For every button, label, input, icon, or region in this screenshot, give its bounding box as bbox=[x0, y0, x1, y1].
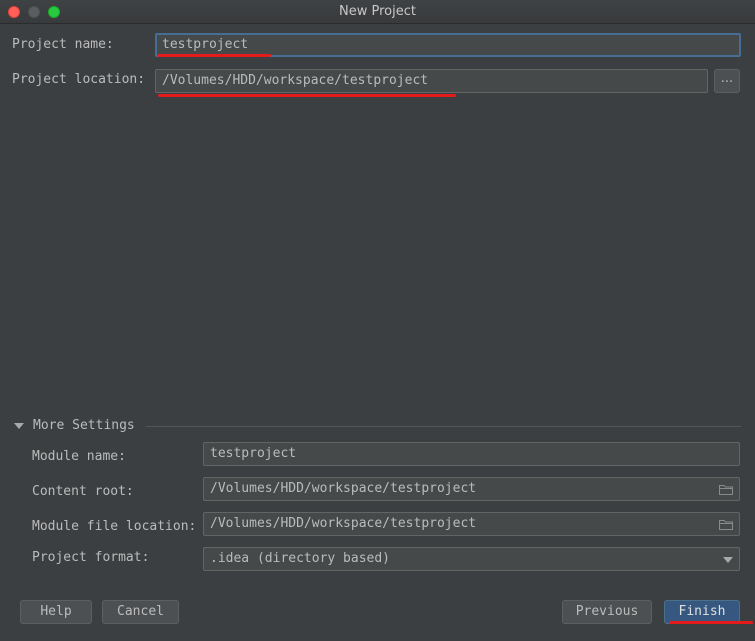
folder-icon[interactable] bbox=[719, 519, 733, 530]
content-root-input[interactable]: /Volumes/HDD/workspace/testproject bbox=[203, 477, 740, 501]
project-name-label: Project name: bbox=[12, 37, 114, 52]
triangle-down-icon bbox=[14, 422, 24, 429]
content-root-label: Content root: bbox=[32, 484, 134, 499]
help-button[interactable]: Help bbox=[20, 600, 92, 624]
module-name-input[interactable]: testproject bbox=[203, 442, 740, 466]
module-name-value: testproject bbox=[210, 446, 297, 461]
module-file-location-input[interactable]: /Volumes/HDD/workspace/testproject bbox=[203, 512, 740, 536]
module-file-location-label: Module file location: bbox=[32, 519, 197, 534]
project-name-value: testproject bbox=[162, 37, 249, 52]
cancel-button[interactable]: Cancel bbox=[102, 600, 179, 624]
module-name-label: Module name: bbox=[32, 449, 126, 464]
previous-button[interactable]: Previous bbox=[562, 600, 652, 624]
project-location-value: /Volumes/HDD/workspace/testproject bbox=[162, 73, 429, 88]
project-location-input[interactable]: /Volumes/HDD/workspace/testproject bbox=[155, 69, 708, 93]
chevron-down-icon bbox=[723, 557, 733, 563]
module-file-location-value: /Volumes/HDD/workspace/testproject bbox=[210, 516, 477, 531]
browse-location-button[interactable]: ... bbox=[714, 69, 740, 93]
annotation-underline bbox=[157, 54, 271, 57]
annotation-underline bbox=[669, 621, 753, 624]
folder-icon[interactable] bbox=[719, 484, 733, 495]
title-bar: New Project bbox=[0, 0, 755, 24]
project-format-select[interactable]: .idea (directory based) bbox=[203, 547, 740, 571]
project-format-label: Project format: bbox=[32, 550, 150, 565]
more-settings-title: More Settings bbox=[33, 418, 135, 433]
project-format-value: .idea (directory based) bbox=[210, 551, 391, 566]
section-divider bbox=[146, 426, 741, 427]
content-root-value: /Volumes/HDD/workspace/testproject bbox=[210, 481, 477, 496]
more-settings-toggle[interactable]: More Settings bbox=[14, 418, 135, 433]
project-location-label: Project location: bbox=[12, 72, 146, 87]
window-title: New Project bbox=[339, 4, 416, 19]
annotation-underline bbox=[158, 94, 456, 97]
